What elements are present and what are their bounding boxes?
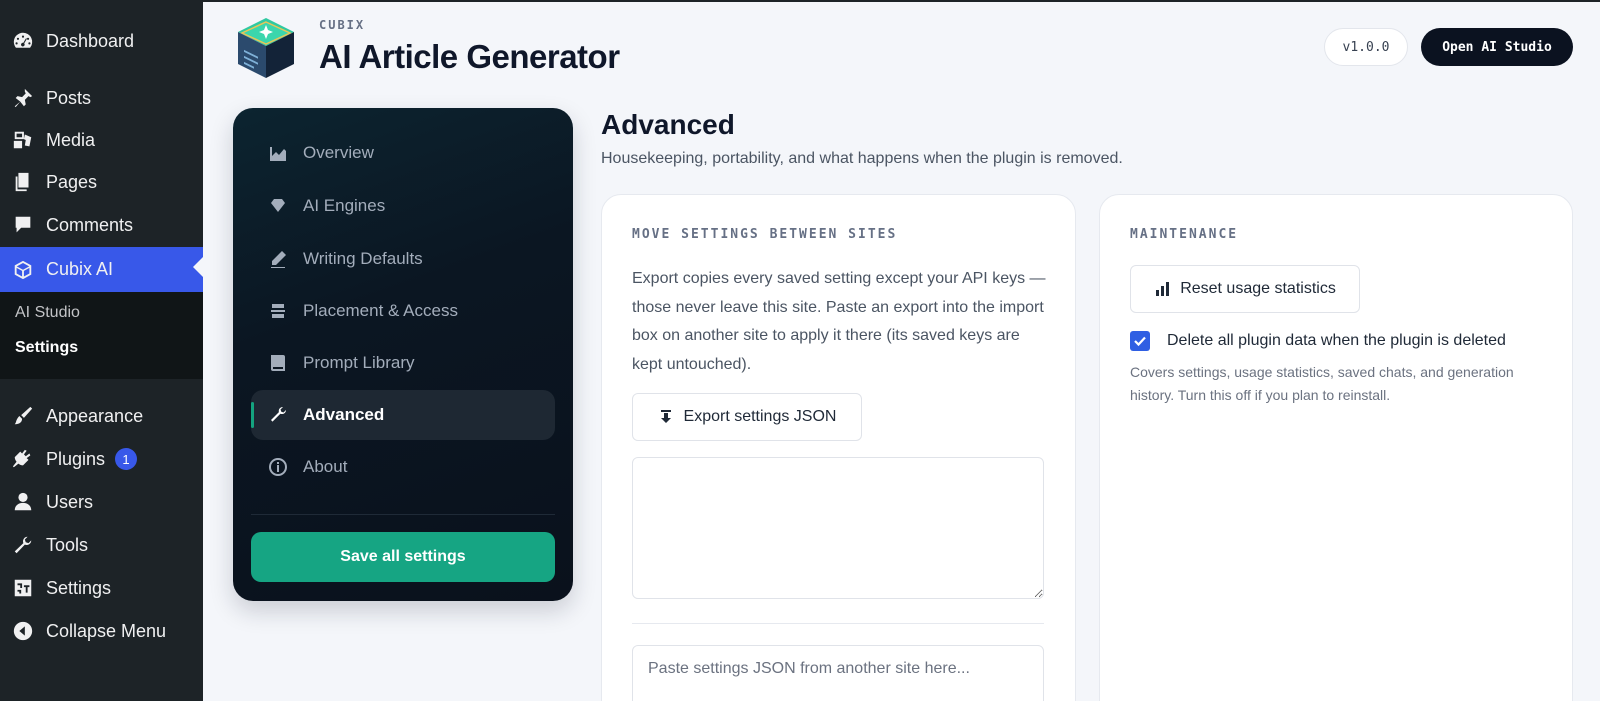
pin-icon: [0, 87, 46, 109]
delete-data-option[interactable]: Delete all plugin data when the plugin i…: [1130, 331, 1506, 351]
card-heading: MAINTENANCE: [1130, 227, 1239, 242]
page-title: Advanced: [601, 109, 735, 140]
move-settings-description: Export copies every saved setting except…: [632, 270, 1046, 373]
wp-menu-media[interactable]: Media: [0, 120, 203, 160]
collapse-icon: [0, 620, 46, 642]
wp-menu-cubix-ai[interactable]: Cubix AI: [0, 247, 203, 292]
wp-menu-label: Appearance: [46, 405, 144, 426]
nav-item-writing-defaults[interactable]: Writing Defaults: [251, 234, 555, 284]
nav-item-ai-engines[interactable]: AI Engines: [251, 181, 555, 231]
nav-item-about[interactable]: About: [251, 442, 555, 492]
version-badge: v1.0.0: [1324, 28, 1408, 66]
app-title: AI Article Generator: [319, 38, 620, 75]
plugin-settings-nav: Overview AI Engines Writing Defaults Pla…: [233, 108, 573, 601]
wp-menu-label: Settings: [46, 577, 112, 598]
info-icon: [251, 457, 303, 477]
wp-menu-label: Plugins: [46, 448, 106, 469]
media-icon: [0, 129, 46, 151]
wrench-icon: [0, 534, 46, 556]
wp-menu-users[interactable]: Users: [0, 482, 203, 522]
wp-submenu: AI Studio Settings: [0, 292, 203, 379]
nav-item-prompt-library[interactable]: Prompt Library: [251, 338, 555, 388]
pencil-icon: [251, 249, 303, 269]
nav-item-label: Overview: [303, 143, 374, 162]
nav-item-advanced[interactable]: Advanced: [251, 390, 555, 440]
save-all-settings-button[interactable]: Save all settings: [251, 532, 555, 582]
checkmark-icon: [1134, 336, 1146, 347]
plugins-update-badge: 1: [115, 448, 138, 470]
cubix-logo-icon: [236, 16, 296, 78]
wp-menu-dashboard[interactable]: Dashboard: [0, 21, 203, 61]
delete-data-help-text: Covers settings, usage statistics, saved…: [1130, 364, 1514, 403]
reset-button-label: Reset usage statistics: [1180, 280, 1336, 297]
wp-menu-label: Pages: [46, 171, 98, 192]
card-heading: MOVE SETTINGS BETWEEN SITES: [632, 227, 898, 242]
wp-menu-appearance[interactable]: Appearance: [0, 396, 203, 436]
wp-menu-plugins[interactable]: Plugins 1: [0, 439, 203, 479]
gem-icon: [251, 196, 303, 216]
nav-item-label: AI Engines: [303, 196, 386, 215]
wp-menu-settings[interactable]: Settings: [0, 568, 203, 608]
wp-submenu-settings[interactable]: Settings: [15, 339, 78, 357]
open-ai-studio-button[interactable]: Open AI Studio: [1421, 28, 1573, 66]
wp-submenu-ai-studio[interactable]: AI Studio: [15, 304, 80, 322]
wrench-icon: [251, 405, 303, 425]
export-settings-button[interactable]: Export settings JSON: [632, 393, 862, 441]
nav-item-label: Advanced: [303, 405, 385, 424]
wp-menu-label: Comments: [46, 214, 134, 235]
user-icon: [0, 491, 46, 513]
chart-icon: [251, 143, 303, 163]
bar-chart-icon: [1156, 282, 1170, 296]
section-divider: [632, 623, 1044, 624]
dashboard-icon: [0, 30, 46, 52]
wp-menu-comments[interactable]: Comments: [0, 205, 203, 245]
wp-menu-pages[interactable]: Pages: [0, 162, 203, 202]
wp-menu-label: Media: [46, 129, 96, 150]
page-subtitle: Housekeeping, portability, and what happ…: [601, 150, 1123, 167]
comment-icon: [0, 214, 46, 236]
nav-item-placement-access[interactable]: Placement & Access: [251, 286, 555, 336]
wp-menu-label: Collapse Menu: [46, 620, 167, 641]
wp-menu-label: Posts: [46, 87, 92, 108]
export-json-textarea[interactable]: [632, 457, 1044, 599]
export-button-label: Export settings JSON: [683, 408, 837, 425]
plug-icon: [0, 448, 46, 470]
nav-item-overview[interactable]: Overview: [251, 128, 555, 178]
nav-item-label: Writing Defaults: [303, 249, 423, 268]
nav-divider: [251, 514, 555, 515]
maintenance-card: MAINTENANCE Reset usage statistics Delet…: [1099, 194, 1573, 701]
paintbrush-icon: [0, 405, 46, 427]
wp-menu-label: Cubix AI: [46, 259, 114, 279]
sliders-icon: [0, 577, 46, 599]
nav-item-label: Prompt Library: [303, 353, 415, 372]
delete-data-label: Delete all plugin data when the plugin i…: [1167, 332, 1506, 349]
brand-name: CUBIX: [319, 18, 366, 32]
layers-icon: [251, 301, 303, 321]
reset-usage-statistics-button[interactable]: Reset usage statistics: [1130, 265, 1360, 313]
move-settings-card: MOVE SETTINGS BETWEEN SITES Export copie…: [601, 194, 1076, 701]
wp-menu-posts[interactable]: Posts: [0, 78, 203, 118]
cube-icon: [0, 259, 46, 281]
wp-menu-label: Tools: [46, 534, 89, 555]
wp-admin-sidebar: Dashboard Posts Media Pages Comments Cub…: [0, 2, 203, 701]
nav-item-label: Placement & Access: [303, 301, 458, 320]
delete-data-checkbox[interactable]: [1130, 331, 1150, 351]
wp-menu-tools[interactable]: Tools: [0, 525, 203, 565]
wp-menu-label: Users: [46, 491, 94, 512]
download-icon: [660, 410, 671, 423]
wp-menu-label: Dashboard: [46, 30, 135, 51]
pages-icon: [0, 171, 46, 193]
import-json-textarea[interactable]: [632, 645, 1044, 701]
wp-menu-collapse[interactable]: Collapse Menu: [0, 611, 203, 651]
nav-item-label: About: [303, 457, 348, 476]
book-icon: [251, 353, 303, 373]
